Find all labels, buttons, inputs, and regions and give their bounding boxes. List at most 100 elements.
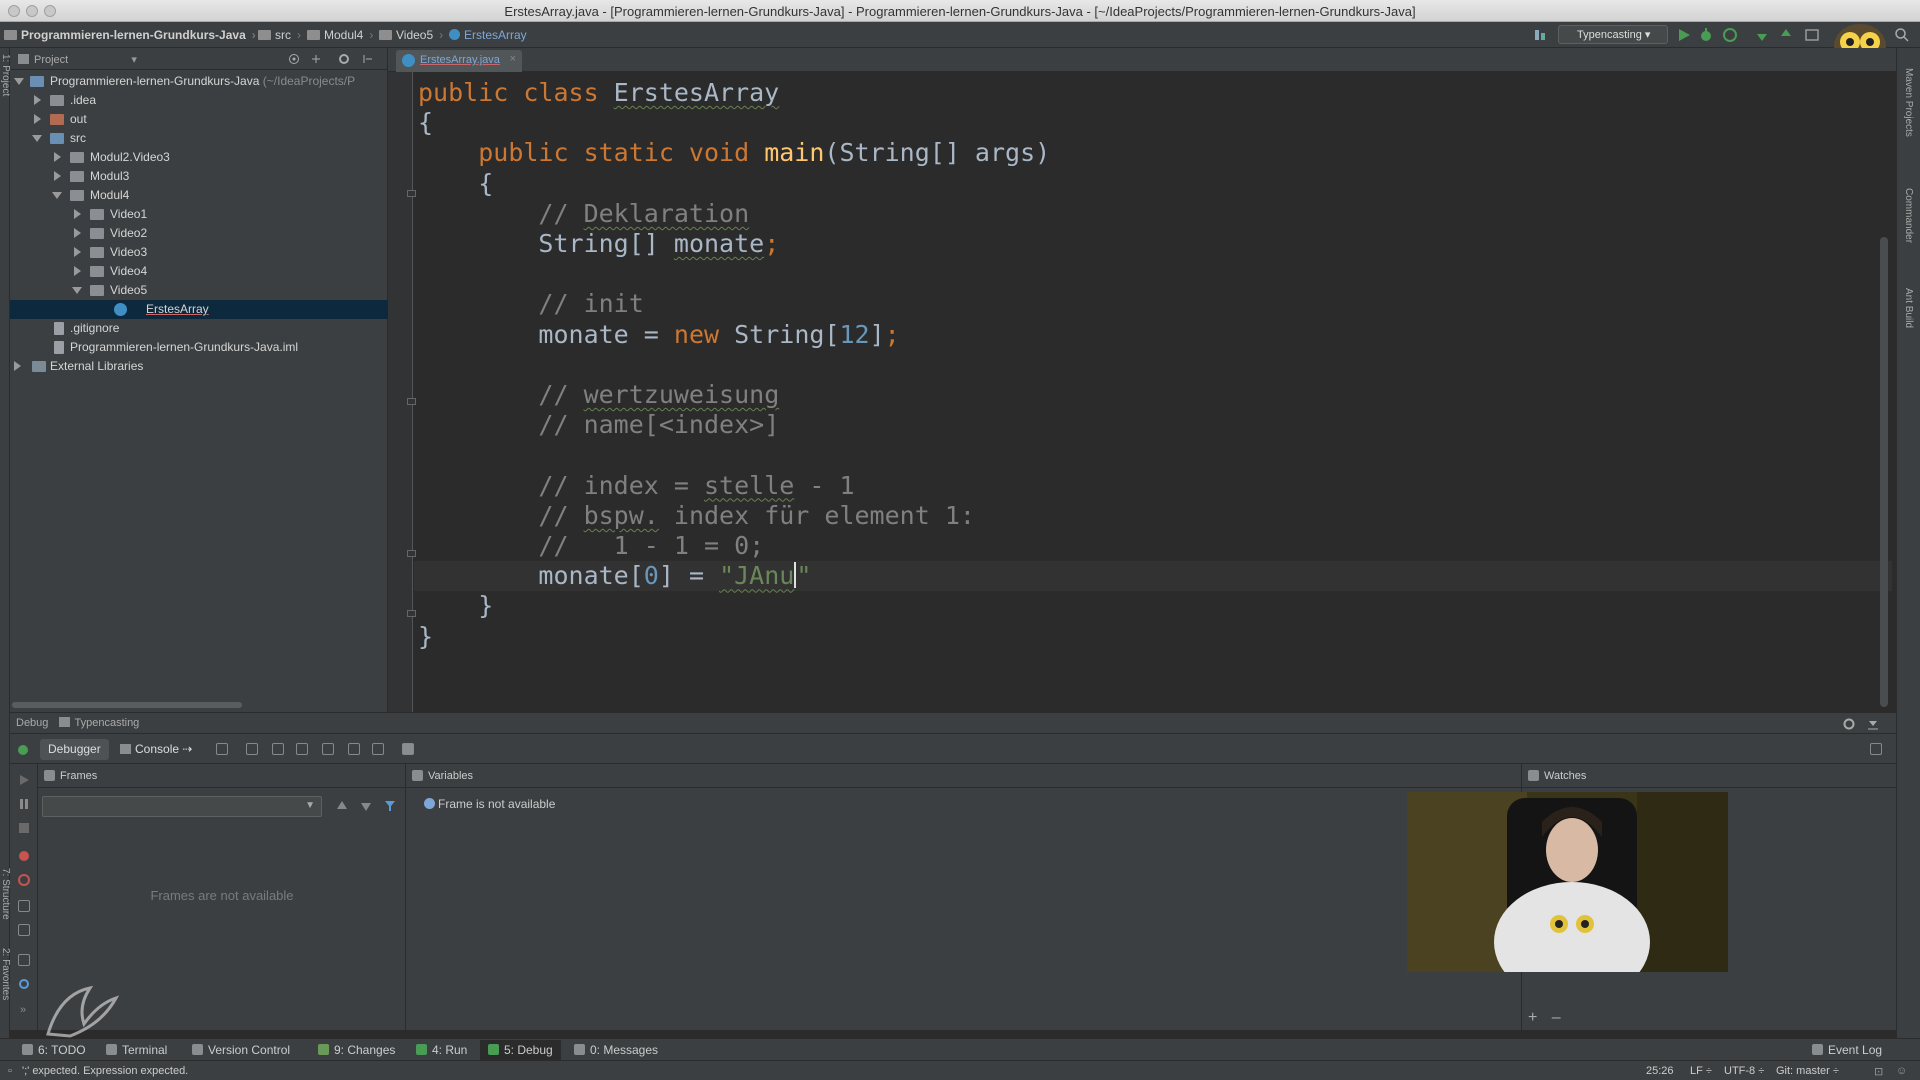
view-breakpoints-icon[interactable] bbox=[18, 850, 30, 862]
tree-item-modul3[interactable]: Modul3 bbox=[10, 167, 388, 186]
remove-watch-button[interactable]: – bbox=[1552, 1009, 1561, 1026]
editor-vertical-scrollbar[interactable] bbox=[1880, 237, 1888, 707]
gear-icon[interactable] bbox=[1842, 717, 1856, 731]
source-code[interactable]: public class ErstesArray { public static… bbox=[418, 78, 1050, 652]
fold-marker-icon[interactable] bbox=[407, 398, 416, 405]
tool-tab-debug[interactable]: 5: Debug bbox=[480, 1040, 561, 1060]
vcs-history-icon[interactable] bbox=[1804, 27, 1820, 43]
status-panel-icon[interactable]: ▫ bbox=[8, 1065, 12, 1077]
lock-icon[interactable]: ⊡ bbox=[1874, 1065, 1883, 1078]
get-thread-dump-icon[interactable] bbox=[18, 900, 30, 912]
step-into-icon[interactable] bbox=[272, 743, 284, 755]
force-step-into-icon[interactable] bbox=[296, 743, 308, 755]
arrow-up-icon[interactable] bbox=[336, 800, 348, 812]
tree-item-video4[interactable]: Video4 bbox=[10, 262, 388, 281]
ant-build-tool-tab[interactable]: Ant Build bbox=[1903, 288, 1914, 328]
caret-position[interactable]: 25:26 bbox=[1646, 1065, 1674, 1077]
resume-icon[interactable] bbox=[18, 774, 30, 786]
step-out-icon[interactable] bbox=[322, 743, 334, 755]
tree-item-project-root[interactable]: Programmieren-lernen-Grundkurs-Java (~/I… bbox=[10, 72, 388, 91]
tree-item-out[interactable]: out bbox=[10, 110, 388, 129]
tree-item-external-libraries[interactable]: External Libraries bbox=[10, 357, 388, 376]
editor-gutter[interactable] bbox=[388, 72, 416, 712]
tree-item-modul2-video3[interactable]: Modul2.Video3 bbox=[10, 148, 388, 167]
breadcrumb-project[interactable]: Programmieren-lernen-Grundkurs-Java › bbox=[4, 28, 256, 42]
watches-header: Watches bbox=[1522, 764, 1896, 788]
editor-tab-erstesarray[interactable]: ErstesArray.java × bbox=[396, 50, 522, 72]
tab-debugger[interactable]: Debugger bbox=[40, 739, 109, 760]
code-editor[interactable]: public class ErstesArray { public static… bbox=[388, 72, 1896, 712]
tool-tab-todo[interactable]: 6: TODO bbox=[22, 1043, 86, 1057]
project-horizontal-scrollbar[interactable] bbox=[12, 702, 242, 708]
maven-projects-tool-tab[interactable]: Maven Projects bbox=[1903, 68, 1914, 137]
breadcrumb-src[interactable]: src › bbox=[258, 28, 301, 42]
tree-item-modul4[interactable]: Modul4 bbox=[10, 186, 388, 205]
run-to-cursor-icon[interactable] bbox=[372, 743, 384, 755]
debug-side-toolbar: » bbox=[10, 764, 38, 1030]
navigation-bar: Programmieren-lernen-Grundkurs-Java › src… bbox=[0, 22, 1920, 68]
run-config-dropdown[interactable]: Typencasting ▾ bbox=[1558, 25, 1668, 44]
rerun-debug-icon[interactable] bbox=[16, 742, 30, 756]
tree-item-idea[interactable]: .idea bbox=[10, 91, 388, 110]
show-execution-point-icon[interactable] bbox=[216, 743, 228, 755]
evaluate-expression-icon[interactable] bbox=[402, 743, 414, 755]
commander-tool-tab[interactable]: Commander bbox=[1903, 188, 1914, 243]
tool-tab-run[interactable]: 4: Run bbox=[416, 1043, 467, 1057]
tool-tab-version-control[interactable]: Version Control bbox=[192, 1043, 290, 1057]
tree-item-video5[interactable]: Video5 bbox=[10, 281, 388, 300]
thread-selector-dropdown[interactable]: ▼ bbox=[42, 796, 322, 817]
encoding-selector[interactable]: UTF-8 ÷ bbox=[1724, 1065, 1764, 1077]
tab-console[interactable]: Console ⇢ bbox=[112, 739, 200, 760]
filter-icon[interactable] bbox=[384, 800, 396, 812]
tool-tab-changes[interactable]: 9: Changes bbox=[318, 1043, 395, 1057]
tool-tab-event-log[interactable]: Event Log bbox=[1812, 1043, 1882, 1057]
vcs-update-icon[interactable] bbox=[1754, 27, 1770, 43]
gear-icon[interactable] bbox=[338, 53, 350, 65]
run-icon[interactable] bbox=[1676, 27, 1692, 43]
build-icon[interactable] bbox=[1532, 27, 1548, 43]
mute-breakpoints-icon[interactable] bbox=[18, 874, 30, 886]
left-tool-stripe: 1: Project 7: Structure 2: Favorites bbox=[0, 48, 11, 1050]
collapse-all-icon[interactable] bbox=[310, 53, 322, 65]
more-icon[interactable]: » bbox=[20, 1004, 26, 1016]
tree-item-video2[interactable]: Video2 bbox=[10, 224, 388, 243]
tree-item-gitignore[interactable]: .gitignore bbox=[10, 319, 388, 338]
gear-icon[interactable] bbox=[18, 978, 30, 990]
restore-layout-icon[interactable] bbox=[1870, 743, 1882, 755]
breadcrumb-video5[interactable]: Video5 › bbox=[379, 28, 443, 42]
git-branch-selector[interactable]: Git: master ÷ bbox=[1776, 1065, 1839, 1077]
variables-header: Variables bbox=[406, 764, 1521, 788]
drop-frame-icon[interactable] bbox=[348, 743, 360, 755]
add-watch-button[interactable]: + bbox=[1528, 1009, 1537, 1026]
vcs-commit-icon[interactable] bbox=[1778, 27, 1794, 43]
hide-panel-icon[interactable] bbox=[1866, 717, 1880, 731]
fold-marker-icon[interactable] bbox=[407, 610, 416, 617]
stop-icon[interactable] bbox=[18, 822, 30, 834]
layout-icon[interactable] bbox=[18, 954, 30, 966]
tree-item-erstesarray[interactable]: ErstesArray bbox=[10, 300, 388, 319]
run-icon bbox=[416, 1044, 427, 1055]
debug-icon[interactable] bbox=[1698, 27, 1714, 43]
tree-item-video3[interactable]: Video3 bbox=[10, 243, 388, 262]
tree-item-video1[interactable]: Video1 bbox=[10, 205, 388, 224]
pause-icon[interactable] bbox=[18, 798, 30, 810]
tool-tab-messages[interactable]: 0: Messages bbox=[574, 1043, 658, 1057]
arrow-down-icon[interactable] bbox=[360, 800, 372, 812]
hide-panel-icon[interactable] bbox=[362, 53, 374, 65]
line-separator-selector[interactable]: LF ÷ bbox=[1690, 1065, 1712, 1077]
close-tab-icon[interactable]: × bbox=[510, 53, 516, 65]
tool-tab-terminal[interactable]: Terminal bbox=[106, 1043, 167, 1057]
breadcrumb-modul4[interactable]: Modul4 › bbox=[307, 28, 373, 42]
tree-item-src[interactable]: src bbox=[10, 129, 388, 148]
project-panel-header: Project ▾ bbox=[10, 48, 387, 70]
restore-layout-icon[interactable] bbox=[18, 924, 30, 936]
search-icon[interactable] bbox=[1894, 27, 1910, 43]
coverage-icon[interactable] bbox=[1722, 27, 1738, 43]
inspector-icon[interactable]: ☺ bbox=[1896, 1065, 1907, 1077]
step-over-icon[interactable] bbox=[246, 743, 258, 755]
tree-item-iml[interactable]: Programmieren-lernen-Grundkurs-Java.iml bbox=[10, 338, 388, 357]
breadcrumb-class[interactable]: ErstesArray bbox=[449, 28, 527, 42]
fold-marker-icon[interactable] bbox=[407, 550, 416, 557]
fold-marker-icon[interactable] bbox=[407, 190, 416, 197]
scroll-from-source-icon[interactable] bbox=[288, 53, 300, 65]
